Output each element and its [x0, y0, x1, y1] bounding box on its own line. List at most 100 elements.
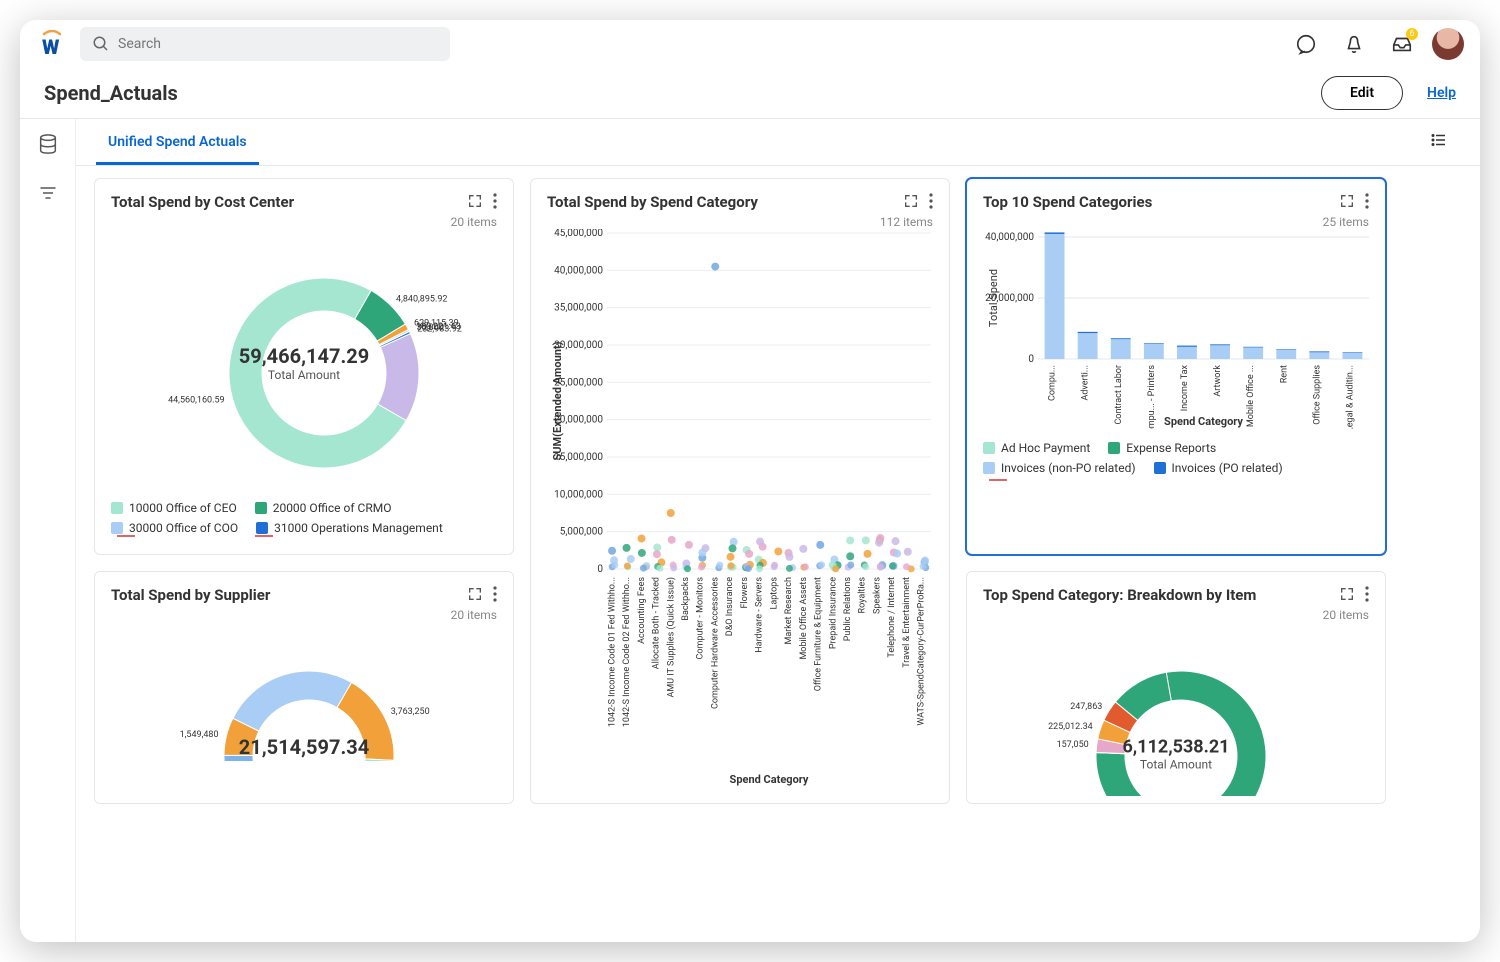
svg-text:D&O Insurance: D&O Insurance	[725, 577, 735, 636]
legend-item: 20000 Office of CRMO	[255, 501, 392, 515]
card-total-spend-category[interactable]: Total Spend by Spend Category 112 items …	[530, 178, 950, 804]
bar-chart[interactable]: 020,000,00040,000,000Compu...Adverti...C…	[983, 229, 1373, 429]
svg-text:232,983.92: 232,983.92	[417, 325, 462, 335]
svg-text:0: 0	[597, 564, 603, 575]
svg-text:225,012.34: 225,012.34	[1048, 722, 1093, 732]
content: Unified Spend Actuals Total Spend by Cos…	[76, 119, 1480, 942]
card-total-spend-supplier[interactable]: Total Spend by Supplier 20 items 3,763,2…	[94, 571, 514, 804]
legend-item: Ad Hoc Payment	[983, 441, 1090, 455]
legend-top10: Ad Hoc PaymentExpense ReportsInvoices (n…	[983, 441, 1369, 475]
svg-text:Income Tax: Income Tax	[1180, 364, 1190, 411]
svg-text:Speakers: Speakers	[872, 577, 882, 614]
legend-item: 30000 Office of COO	[111, 521, 238, 535]
expand-icon[interactable]	[467, 586, 483, 606]
tabbar: Unified Spend Actuals	[76, 119, 1480, 166]
svg-text:Office Furniture & Equipment: Office Furniture & Equipment	[814, 577, 824, 691]
card-top-10-spend-categories[interactable]: Top 10 Spend Categories 25 items 020,000…	[966, 178, 1386, 555]
dashboard-grid: Total Spend by Cost Center 20 items 44,5…	[76, 166, 1480, 816]
svg-text:157,050: 157,050	[1057, 740, 1089, 750]
search-icon	[92, 35, 110, 53]
expand-icon[interactable]	[1339, 586, 1355, 606]
svg-text:Telephone / Internet: Telephone / Internet	[887, 577, 897, 658]
donut-chart-breakdown[interactable]: 4,793,456.42157,050225,012.34247,863 6,1…	[983, 626, 1369, 796]
more-icon[interactable]	[929, 193, 933, 213]
chat-icon[interactable]	[1288, 26, 1324, 62]
data-source-icon[interactable]	[37, 133, 59, 159]
svg-text:SUM(Extended Amount): SUM(Extended Amount)	[551, 341, 564, 460]
legend-overflow-indicator	[989, 479, 1007, 481]
card-title: Total Spend by Supplier	[111, 586, 270, 604]
svg-text:Backpacks: Backpacks	[681, 577, 691, 621]
card-title: Top 10 Spend Categories	[983, 193, 1152, 211]
svg-text:40,000,000: 40,000,000	[554, 265, 603, 276]
more-icon[interactable]	[493, 193, 497, 213]
svg-text:0: 0	[1028, 354, 1034, 365]
svg-text:Allocate Both - Tracked: Allocate Both - Tracked	[652, 577, 662, 669]
search-box[interactable]	[80, 27, 450, 61]
card-top-spend-breakdown[interactable]: Top Spend Category: Breakdown by Item 20…	[966, 571, 1386, 804]
workday-logo[interactable]: W	[36, 28, 68, 60]
page-header: Spend_Actuals Edit Help	[20, 68, 1480, 118]
svg-text:Laptops: Laptops	[769, 577, 779, 610]
svg-text:Royalties: Royalties	[858, 577, 868, 614]
svg-text:247,863: 247,863	[1070, 702, 1102, 712]
filter-icon[interactable]	[38, 183, 58, 207]
donut-total-label: Total Amount	[239, 368, 369, 382]
item-count: 112 items	[547, 215, 933, 229]
side-rail	[20, 119, 76, 942]
item-count: 20 items	[983, 608, 1369, 622]
svg-text:Contract Labor: Contract Labor	[1114, 365, 1124, 425]
svg-text:W: W	[42, 35, 60, 58]
tab-unified-spend-actuals[interactable]: Unified Spend Actuals	[96, 120, 259, 165]
card-title: Top Spend Category: Breakdown by Item	[983, 586, 1256, 604]
legend-cost-center: 10000 Office of CEO 20000 Office of CRMO 3…	[111, 501, 497, 535]
svg-text:1042-S Income Code 01 Fed With: 1042-S Income Code 01 Fed Withho...	[607, 577, 617, 727]
svg-text:AMU IT Supplies (Quick Issue): AMU IT Supplies (Quick Issue)	[665, 577, 676, 698]
expand-icon[interactable]	[903, 193, 919, 213]
more-icon[interactable]	[493, 586, 497, 606]
search-input[interactable]	[118, 36, 438, 52]
more-icon[interactable]	[1365, 586, 1369, 606]
svg-text:5,000,000: 5,000,000	[560, 527, 604, 538]
svg-text:Total Spend: Total Spend	[987, 269, 1000, 327]
legend-item: 10000 Office of CEO	[111, 501, 237, 515]
notifications-icon[interactable]	[1336, 26, 1372, 62]
svg-text:Computer - Monitors: Computer - Monitors	[696, 577, 706, 660]
expand-icon[interactable]	[1339, 193, 1355, 213]
expand-icon[interactable]	[467, 193, 483, 213]
item-count: 25 items	[983, 215, 1369, 229]
svg-text:Compu...: Compu...	[1048, 365, 1058, 401]
svg-text:Artwork: Artwork	[1213, 365, 1223, 397]
svg-text:Adverti...: Adverti...	[1081, 365, 1091, 401]
legend-item: Invoices (non-PO related)	[983, 461, 1136, 475]
svg-text:Mobile Office ...: Mobile Office ...	[1246, 365, 1256, 427]
user-avatar[interactable]	[1432, 28, 1464, 60]
legend-item: Invoices (PO related)	[1154, 461, 1283, 475]
svg-text:WATS-SpendCategory-CurPerProRa: WATS-SpendCategory-CurPerProRa...	[917, 577, 927, 726]
svg-text:1,549,480: 1,549,480	[180, 730, 219, 740]
svg-text:40,000,000: 40,000,000	[985, 232, 1034, 243]
legend-overflow-indicator	[255, 535, 273, 537]
svg-text:Hardware - Servers: Hardware - Servers	[755, 577, 765, 653]
svg-text:44,560,160.59: 44,560,160.59	[168, 395, 225, 405]
svg-text:Office Supplies: Office Supplies	[1312, 365, 1322, 425]
card-total-spend-cost-center[interactable]: Total Spend by Cost Center 20 items 44,5…	[94, 178, 514, 555]
donut-chart-supplier[interactable]: 3,763,2509,360,164.33324,000910,1001,549…	[111, 626, 497, 761]
donut-total-label: Total Amount	[1122, 757, 1229, 771]
item-count: 20 items	[111, 608, 497, 622]
donut-chart-cost-center[interactable]: 44,560,160.594,840,895.92629,115.39180,2…	[111, 233, 497, 493]
svg-text:Public Relations: Public Relations	[843, 577, 853, 642]
inbox-icon[interactable]: 6	[1384, 26, 1420, 62]
topbar: W 6	[20, 20, 1480, 68]
svg-text:Spend Category: Spend Category	[730, 773, 809, 786]
help-link[interactable]: Help	[1427, 85, 1456, 101]
scatter-chart[interactable]: 05,000,00010,000,00015,000,00020,000,000…	[547, 229, 937, 789]
more-icon[interactable]	[1365, 193, 1369, 213]
edit-button[interactable]: Edit	[1321, 76, 1403, 110]
svg-text:Accounting Fees: Accounting Fees	[637, 577, 647, 644]
donut-total-value: 21,514,597.34	[239, 735, 369, 759]
svg-text:Spend Category: Spend Category	[1164, 415, 1243, 428]
svg-text:Market Research: Market Research	[784, 577, 794, 645]
svg-text:Compu... - Printers: Compu... - Printers	[1147, 365, 1157, 429]
list-view-icon[interactable]	[1418, 119, 1460, 165]
